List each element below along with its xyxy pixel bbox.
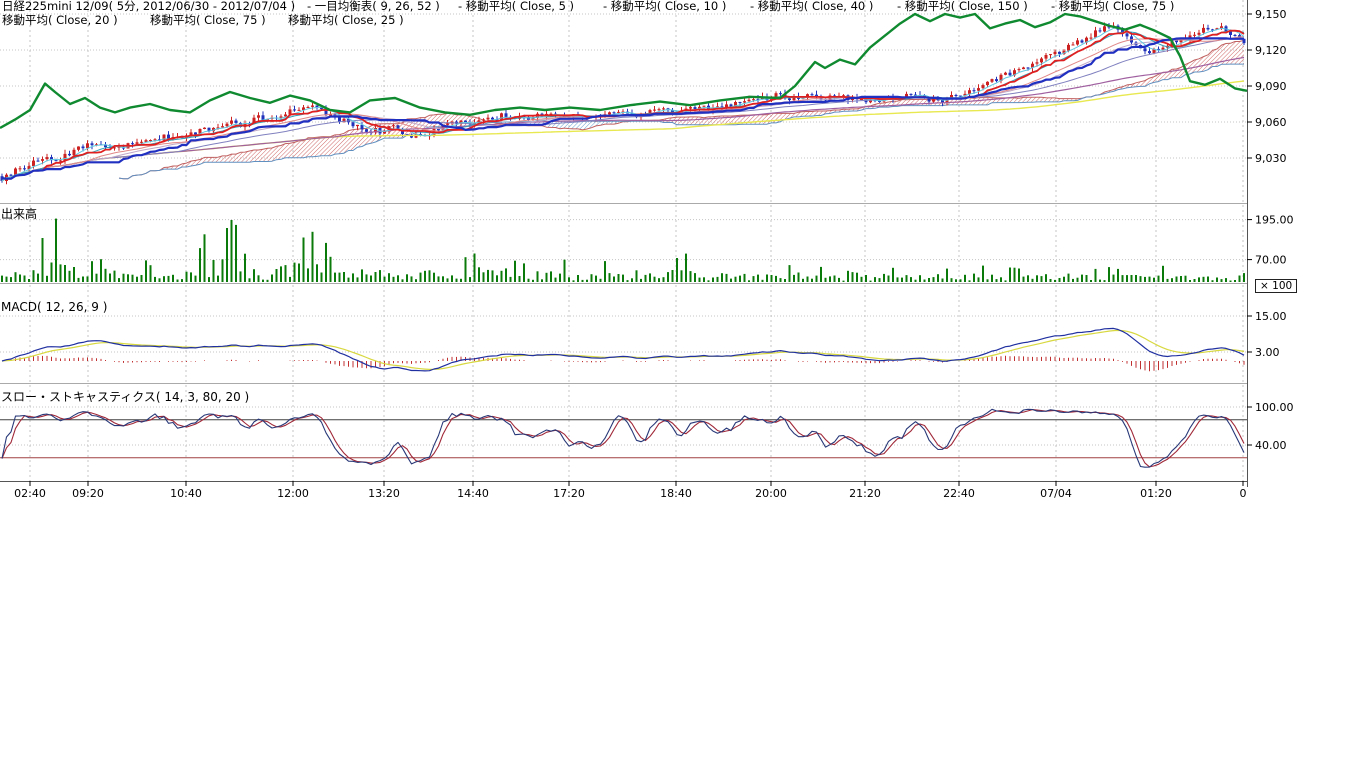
legend-instrument: 日経225mini 12/09( 5分, 2012/06/30 - 2012/0… bbox=[2, 0, 295, 12]
volume-bars bbox=[1, 219, 1245, 282]
svg-text:22:40: 22:40 bbox=[943, 487, 975, 500]
legend-ma25: 移動平均( Close, 25 ) bbox=[288, 14, 404, 26]
svg-text:01:20: 01:20 bbox=[1140, 487, 1172, 500]
legend-ma150: - 移動平均( Close, 150 ) bbox=[897, 0, 1028, 12]
svg-text:195.00: 195.00 bbox=[1255, 214, 1294, 227]
svg-text:9,120: 9,120 bbox=[1255, 44, 1287, 57]
stochastics bbox=[0, 409, 1247, 467]
gridlines bbox=[0, 0, 1247, 481]
svg-text:17:20: 17:20 bbox=[553, 487, 585, 500]
svg-text:9,030: 9,030 bbox=[1255, 152, 1287, 165]
svg-text:70.00: 70.00 bbox=[1255, 254, 1287, 267]
legend-ma10: - 移動平均( Close, 10 ) bbox=[603, 0, 726, 12]
macd-histogram bbox=[7, 356, 1245, 371]
candlesticks bbox=[1, 22, 1246, 184]
legend-ma5: - 移動平均( Close, 5 ) bbox=[458, 0, 574, 12]
svg-text:21:20: 21:20 bbox=[849, 487, 881, 500]
moving-averages bbox=[0, 14, 1247, 181]
stoch-panel-title: スロー・ストキャスティクス( 14, 3, 80, 20 ) bbox=[1, 388, 249, 405]
svg-text:9,090: 9,090 bbox=[1255, 80, 1287, 93]
legend-ichimoku: - 一目均衡表( 9, 26, 52 ) bbox=[307, 0, 440, 12]
chart-application-window: 9,150 9,120 9,090 9,060 9,030 195.00 70.00 15.0… bbox=[0, 0, 1366, 768]
volume-multiplier-box: × 100 bbox=[1255, 279, 1297, 293]
legend-ma20: 移動平均( Close, 20 ) bbox=[2, 14, 118, 26]
svg-text:12:00: 12:00 bbox=[277, 487, 309, 500]
svg-text:07/04: 07/04 bbox=[1040, 487, 1072, 500]
svg-text:02:40: 02:40 bbox=[14, 487, 46, 500]
svg-text:18:40: 18:40 bbox=[660, 487, 692, 500]
svg-text:3.00: 3.00 bbox=[1255, 346, 1280, 359]
svg-text:20:00: 20:00 bbox=[755, 487, 787, 500]
svg-text:13:20: 13:20 bbox=[368, 487, 400, 500]
legend-ma40: - 移動平均( Close, 40 ) bbox=[750, 0, 873, 12]
volume-panel-title: 出来高 bbox=[1, 205, 37, 222]
svg-text:9,060: 9,060 bbox=[1255, 116, 1287, 129]
macd-lines bbox=[2, 328, 1244, 371]
svg-text:10:40: 10:40 bbox=[170, 487, 202, 500]
macd-panel-title: MACD( 12, 26, 9 ) bbox=[1, 300, 107, 314]
svg-text:15.00: 15.00 bbox=[1255, 310, 1287, 323]
svg-text:0: 0 bbox=[1240, 487, 1247, 500]
legend-ma75-2: 移動平均( Close, 75 ) bbox=[150, 14, 266, 26]
svg-text:40.00: 40.00 bbox=[1255, 439, 1287, 452]
svg-text:09:20: 09:20 bbox=[72, 487, 104, 500]
svg-text:14:40: 14:40 bbox=[457, 487, 489, 500]
chart-canvas[interactable]: 9,150 9,120 9,090 9,060 9,030 195.00 70.00 15.0… bbox=[0, 0, 1320, 510]
legend-ma75: - 移動平均( Close, 75 ) bbox=[1051, 0, 1174, 12]
svg-text:100.00: 100.00 bbox=[1255, 401, 1294, 414]
svg-text:9,150: 9,150 bbox=[1255, 8, 1287, 21]
